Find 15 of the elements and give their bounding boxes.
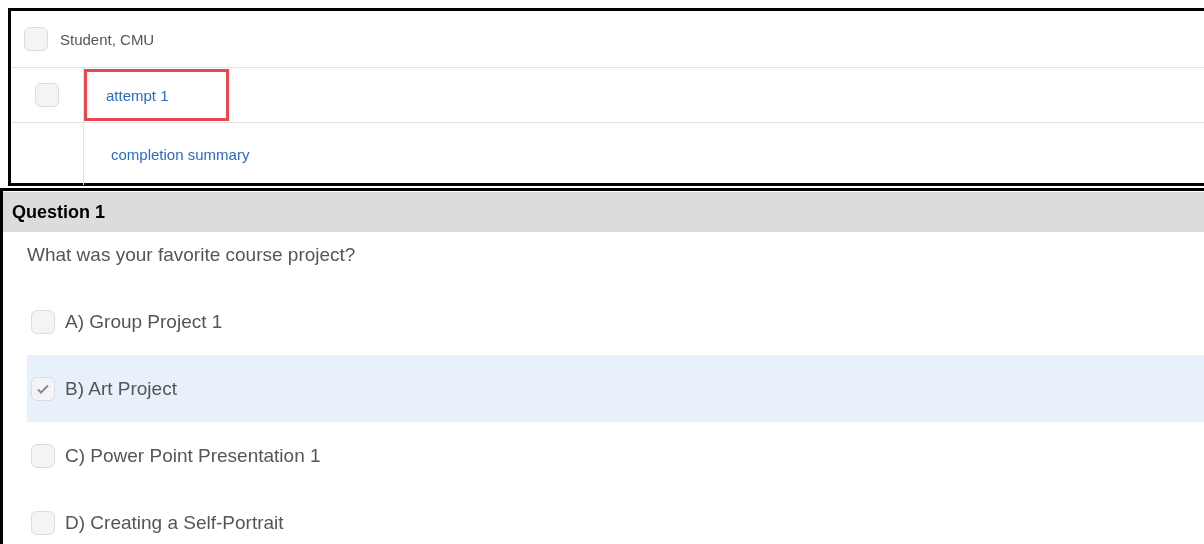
summary-link[interactable]: completion summary [111, 145, 250, 163]
attempt-link[interactable]: attempt 1 [106, 86, 169, 104]
answer-option[interactable]: C) Power Point Presentation 1 [27, 422, 1204, 489]
checkbox[interactable] [24, 27, 48, 51]
answer-option[interactable]: D) Creating a Self-Portrait [27, 489, 1204, 544]
answer-option[interactable]: A) Group Project 1 [27, 288, 1204, 355]
checkbox[interactable] [35, 83, 59, 107]
checkbox[interactable] [31, 376, 55, 401]
question-title: Question 1 [12, 201, 105, 223]
question-prompt: What was your favorite course project? [26, 243, 357, 267]
student-name: Student, CMU [60, 30, 155, 48]
answer-option[interactable]: B) Art Project [27, 355, 1204, 422]
checkbox[interactable] [31, 510, 55, 535]
checkbox[interactable] [31, 309, 55, 334]
checkbox[interactable] [31, 443, 55, 468]
